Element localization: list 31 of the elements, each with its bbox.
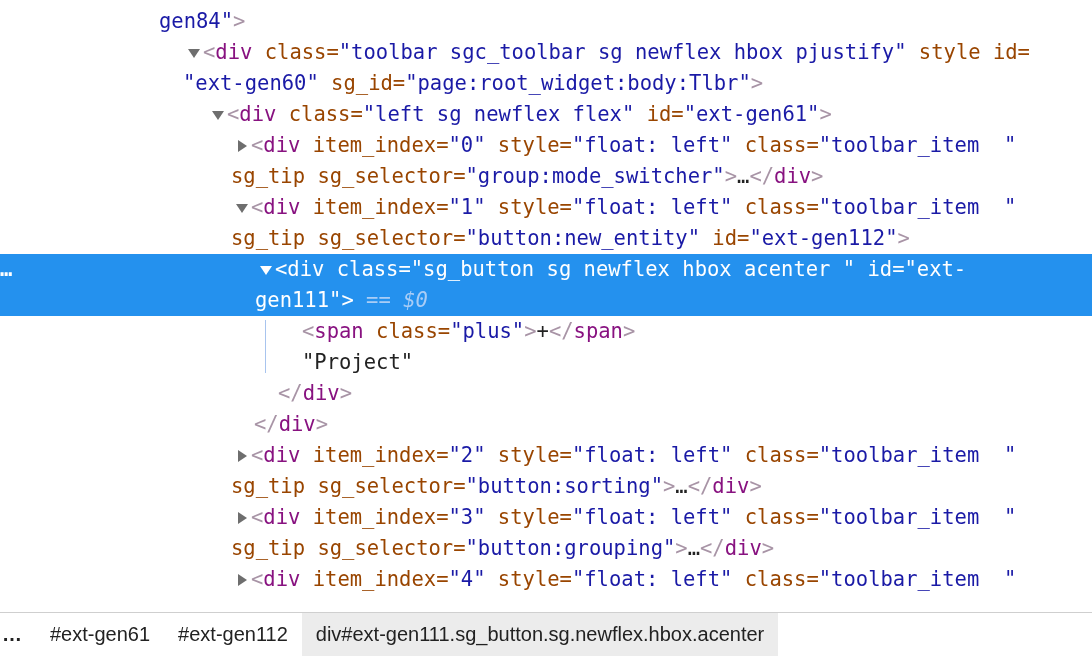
- collapse-arrow-icon[interactable]: [236, 201, 248, 214]
- code-line: sg_tip sg_selector="button:grouping">…</div>: [231, 535, 775, 562]
- code-line: sg_tip sg_selector="group:mode_switcher">…</div>: [231, 163, 824, 190]
- breadcrumb-item[interactable]: …: [0, 613, 36, 656]
- code-line: <div item_index="0" style="float: left" class="toolbar_item ": [251, 132, 1017, 159]
- expand-arrow-icon[interactable]: [236, 511, 248, 524]
- expand-arrow-icon[interactable]: [236, 449, 248, 462]
- code-line: sg_tip sg_selector="button:new_entity" id="ext-gen112">: [231, 225, 910, 252]
- code-line: <div item_index="1" style="float: left" class="toolbar_item ": [251, 194, 1017, 221]
- breadcrumb-item[interactable]: #ext-gen61: [36, 613, 165, 656]
- code-line: <span class="plus">+</span>: [302, 318, 636, 345]
- code-line: <div class="left sg newflex flex" id="ext-gen61">: [227, 101, 832, 128]
- breadcrumb-item[interactable]: #ext-gen112: [164, 613, 302, 656]
- expand-arrow-icon[interactable]: [236, 573, 248, 586]
- code-line: <div item_index="4" style="float: left" class="toolbar_item ": [251, 566, 1017, 593]
- breadcrumb-item[interactable]: div#ext-gen111.sg_button.sg.newflex.hbox.acenter: [301, 613, 779, 656]
- code-line: sg_tip sg_selector="button:sorting">…</div>: [231, 473, 762, 500]
- code-line: gen84">: [159, 8, 246, 35]
- code-line: <div item_index="3" style="float: left" class="toolbar_item ": [251, 504, 1017, 531]
- code-line: "Project": [302, 349, 414, 376]
- code-line: gen111"> == $0: [255, 287, 428, 314]
- collapse-arrow-icon[interactable]: [188, 46, 200, 59]
- collapse-arrow-icon[interactable]: [212, 108, 224, 121]
- code-line: <div class="sg_button sg newflex hbox acenter " id="ext-: [275, 256, 967, 283]
- code-line: </div>: [278, 380, 353, 407]
- code-line: </div>: [254, 411, 329, 438]
- collapse-arrow-icon[interactable]: [260, 263, 272, 276]
- code-line: "ext-gen60" sg_id="page:root_widget:body:Tlbr">: [183, 70, 764, 97]
- code-line: <div class="toolbar sgc_toolbar sg newflex hbox pjustify" style id=: [203, 39, 1030, 66]
- code-line: <div item_index="2" style="float: left" class="toolbar_item ": [251, 442, 1017, 469]
- expand-arrow-icon[interactable]: [236, 139, 248, 152]
